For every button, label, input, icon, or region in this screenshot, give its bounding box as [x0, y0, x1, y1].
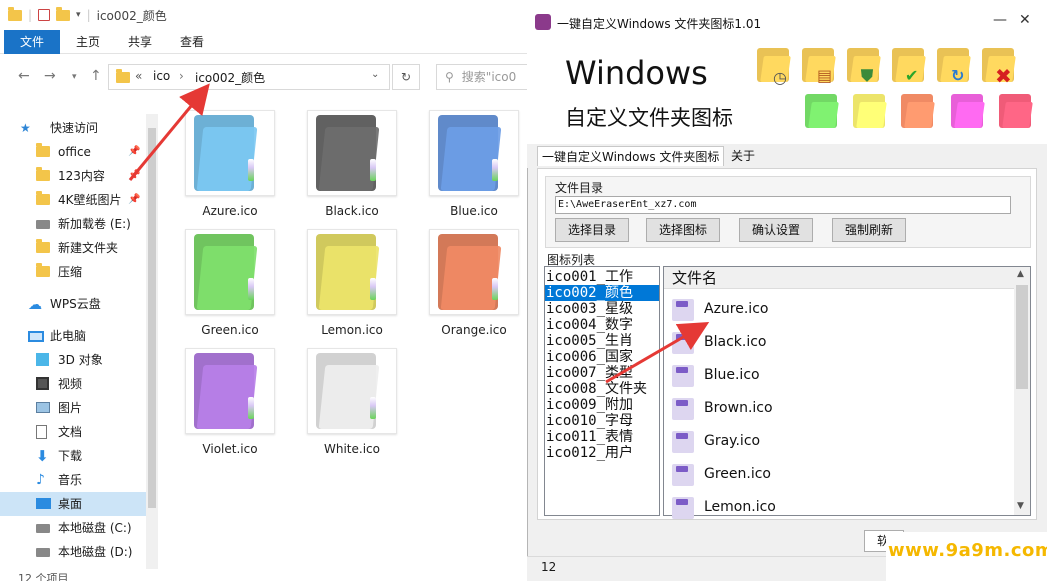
arrow-to-file-list	[605, 321, 710, 384]
annotation-arrows	[128, 83, 710, 384]
arrow-to-breadcrumb	[128, 83, 210, 181]
